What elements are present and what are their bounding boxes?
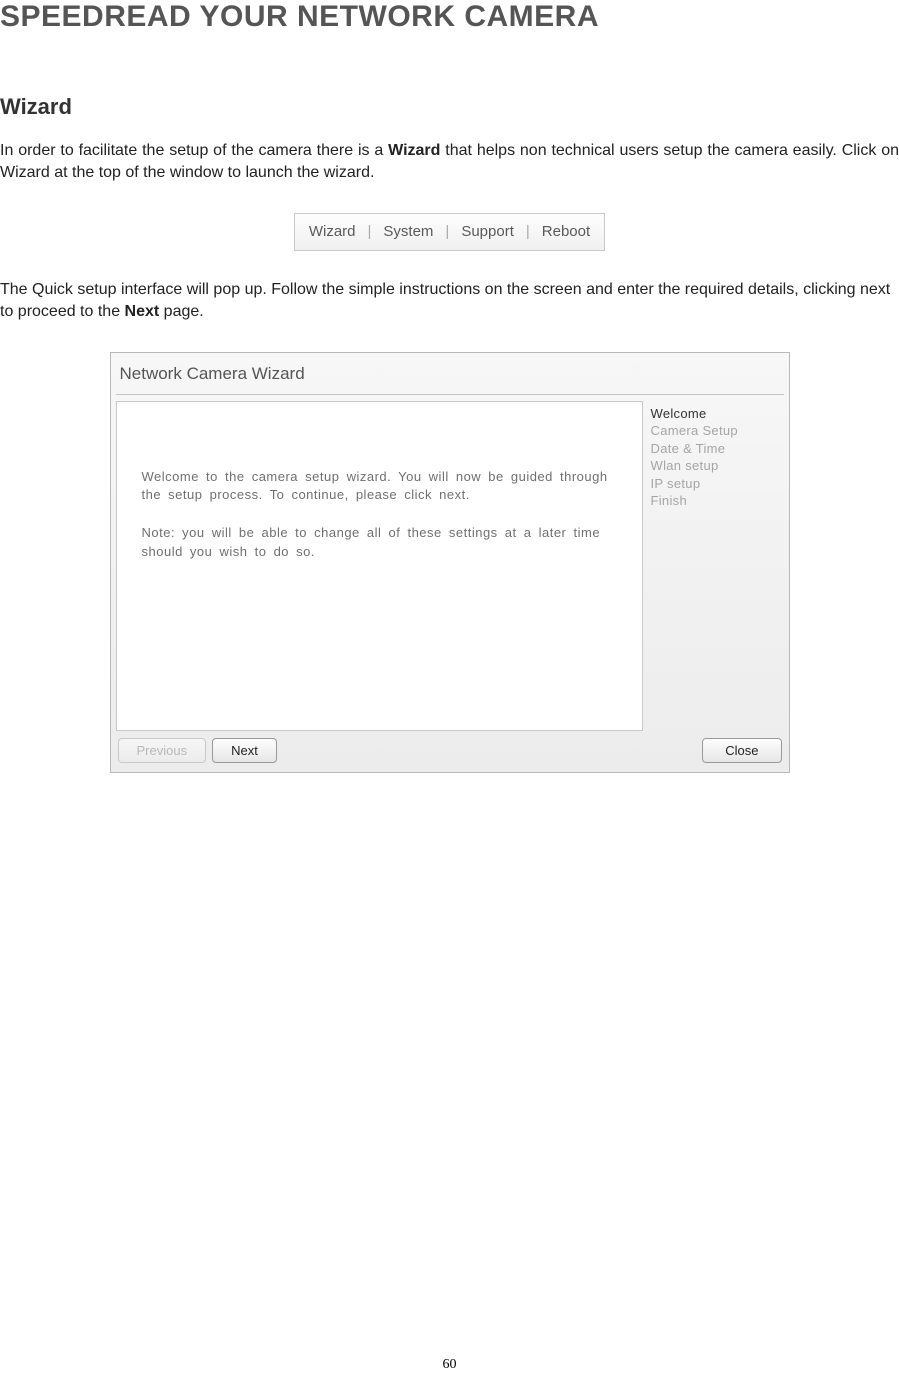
wizard-body-paragraph-2: Note: you will be able to change all of … xyxy=(142,524,622,562)
wizard-step-camera-setup: Camera Setup xyxy=(651,422,782,440)
wizard-footer: Previous Next Close xyxy=(116,731,784,767)
second-para-post: page. xyxy=(159,303,203,320)
wizard-step-ip-setup: IP setup xyxy=(651,475,782,493)
nav-link-system[interactable]: System xyxy=(383,223,433,240)
nav-separator: | xyxy=(445,223,449,240)
wizard-steps-list: Welcome Camera Setup Date & Time Wlan se… xyxy=(649,401,784,731)
intro-text-pre: In order to facilitate the setup of the … xyxy=(0,142,388,159)
intro-bold-wizard: Wizard xyxy=(388,142,440,159)
next-button[interactable]: Next xyxy=(212,738,277,763)
wizard-step-finish: Finish xyxy=(651,492,782,510)
second-paragraph: The Quick setup interface will pop up. F… xyxy=(0,279,899,324)
nav-separator: | xyxy=(368,223,372,240)
nav-bar: Wizard | System | Support | Reboot xyxy=(294,213,605,251)
intro-paragraph: In order to facilitate the setup of the … xyxy=(0,140,899,185)
page-title: SPEEDREAD YOUR NETWORK CAMERA xyxy=(0,0,899,34)
nav-link-support[interactable]: Support xyxy=(461,223,514,240)
nav-separator: | xyxy=(526,223,530,240)
previous-button: Previous xyxy=(118,738,207,763)
section-heading-wizard: Wizard xyxy=(0,94,899,120)
wizard-dialog-title: Network Camera Wizard xyxy=(116,358,784,395)
second-para-bold-next: Next xyxy=(125,303,160,320)
wizard-dialog: Network Camera Wizard Welcome to the cam… xyxy=(110,352,790,773)
wizard-body-paragraph-1: Welcome to the camera setup wizard. You … xyxy=(142,468,622,506)
wizard-step-wlan-setup: Wlan setup xyxy=(651,457,782,475)
wizard-step-date-time: Date & Time xyxy=(651,440,782,458)
page-number: 60 xyxy=(0,1357,899,1373)
wizard-main-pane: Welcome to the camera setup wizard. You … xyxy=(116,401,643,731)
nav-link-reboot[interactable]: Reboot xyxy=(542,223,590,240)
wizard-step-welcome: Welcome xyxy=(651,405,782,423)
close-button[interactable]: Close xyxy=(702,738,781,763)
nav-link-wizard[interactable]: Wizard xyxy=(309,223,356,240)
